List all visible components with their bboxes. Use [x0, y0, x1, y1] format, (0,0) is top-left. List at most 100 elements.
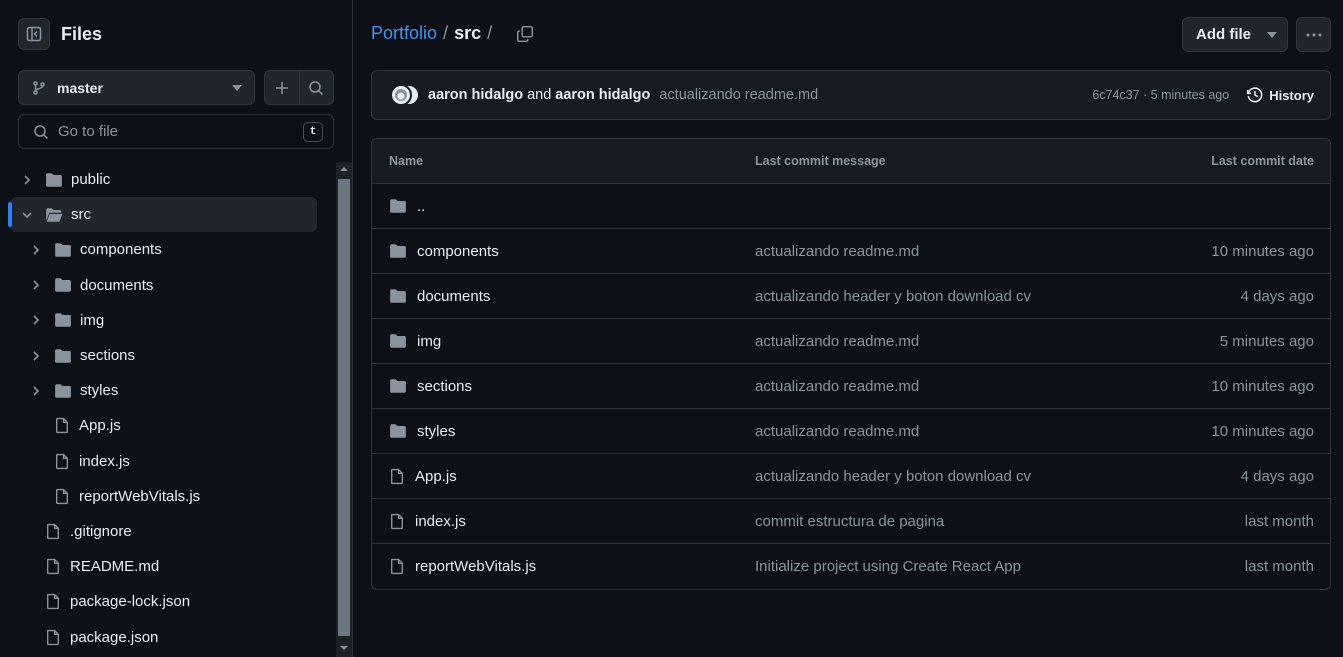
- folder-icon: [390, 289, 406, 303]
- chevron-down-icon[interactable]: [21, 210, 33, 220]
- chevron-right-icon[interactable]: [31, 314, 41, 326]
- commit-coauthor[interactable]: aaron hidalgo: [555, 87, 650, 103]
- tree-toggle[interactable]: [28, 244, 44, 256]
- tree-item-app-js[interactable]: App.js: [0, 408, 336, 443]
- add-file-button[interactable]: [265, 71, 300, 104]
- table-row[interactable]: App.js actualizando header y boton downl…: [372, 454, 1330, 499]
- chevron-right-icon[interactable]: [22, 174, 32, 186]
- file-link[interactable]: reportWebVitals.js: [415, 558, 536, 575]
- commit-hash-time[interactable]: 6c74c37 · 5 minutes ago: [1092, 88, 1229, 102]
- search-button[interactable]: [300, 71, 334, 104]
- commit-message-link[interactable]: actualizando header y boton download cv: [755, 288, 1080, 305]
- table-row[interactable]: index.js commit estructura de pagina las…: [372, 499, 1330, 544]
- commit-message[interactable]: actualizando readme.md: [659, 87, 1092, 103]
- chevron-right-icon[interactable]: [31, 244, 41, 256]
- copy-path-button[interactable]: [516, 25, 534, 43]
- tree-item-components[interactable]: components: [0, 232, 336, 267]
- more-options-button[interactable]: [1296, 17, 1331, 52]
- tree-icon: [45, 629, 61, 646]
- commit-date: last month: [1244, 512, 1314, 530]
- tree-icon: [54, 312, 72, 328]
- chevron-right-icon[interactable]: [31, 385, 41, 397]
- tree-item-styles[interactable]: styles: [0, 373, 336, 408]
- branch-selector[interactable]: master: [18, 70, 255, 105]
- commit-message-link[interactable]: actualizando header y boton download cv: [755, 468, 1080, 485]
- parent-directory-link[interactable]: ..: [417, 198, 425, 215]
- parent-directory-row[interactable]: ..: [372, 184, 1330, 229]
- tree-item-package-json[interactable]: package.json: [0, 619, 336, 654]
- commit-message-link[interactable]: actualizando readme.md: [755, 423, 1080, 440]
- tree-toggle[interactable]: [28, 385, 44, 397]
- tree-item-public[interactable]: public: [0, 162, 336, 197]
- tree-item-package-lock-json[interactable]: package-lock.json: [0, 584, 336, 619]
- copy-icon: [517, 25, 534, 42]
- table-row[interactable]: reportWebVitals.js Initialize project us…: [372, 544, 1330, 589]
- file-icon: [55, 418, 69, 434]
- tree-item-documents[interactable]: documents: [0, 268, 336, 303]
- commit-message-link[interactable]: actualizando readme.md: [755, 378, 1080, 395]
- author-avatars[interactable]: [390, 84, 420, 106]
- breadcrumb: Portfolio / src /: [371, 23, 534, 44]
- tree-toggle[interactable]: [28, 314, 44, 326]
- name-cell: documents: [372, 288, 755, 305]
- commit-message-link[interactable]: Initialize project using Create React Ap…: [755, 558, 1080, 575]
- tree-toggle[interactable]: [19, 174, 35, 186]
- history-button[interactable]: History: [1246, 86, 1314, 104]
- tree-toggle[interactable]: [28, 350, 44, 362]
- name-cell: img: [372, 333, 755, 350]
- name-cell: App.js: [372, 468, 755, 485]
- table-row[interactable]: styles actualizando readme.md 10 minutes…: [372, 409, 1330, 454]
- scroll-down-arrow-icon[interactable]: [336, 641, 352, 655]
- file-icon: [390, 513, 404, 529]
- scrollbar-thumb[interactable]: [338, 179, 350, 636]
- commit-message-link[interactable]: actualizando readme.md: [755, 333, 1080, 350]
- chevron-right-icon[interactable]: [31, 350, 41, 362]
- sidebar-scrollbar[interactable]: [336, 162, 352, 657]
- commit-author[interactable]: aaron hidalgo: [428, 87, 523, 103]
- commit-date: 4 days ago: [1240, 467, 1314, 485]
- tree-item-sections[interactable]: sections: [0, 338, 336, 373]
- commit-message-link[interactable]: commit estructura de pagina: [755, 513, 1080, 530]
- commit-message-link[interactable]: actualizando readme.md: [755, 243, 1080, 260]
- add-file-dropdown[interactable]: Add file: [1182, 17, 1288, 52]
- folder-icon: [390, 244, 406, 258]
- file-link[interactable]: index.js: [415, 513, 466, 530]
- go-to-file-input[interactable]: [58, 123, 303, 140]
- file-link[interactable]: img: [417, 333, 441, 350]
- file-link[interactable]: sections: [417, 378, 472, 395]
- tree-item-reportwebvitals-js[interactable]: reportWebVitals.js: [0, 479, 336, 514]
- file-link[interactable]: components: [417, 243, 499, 260]
- tree-item-img[interactable]: img: [0, 303, 336, 338]
- table-row[interactable]: documents actualizando header y boton do…: [372, 274, 1330, 319]
- avatar[interactable]: [390, 84, 412, 106]
- search-icon: [309, 80, 324, 95]
- table-header: Name Last commit message Last commit dat…: [372, 139, 1330, 184]
- table-row[interactable]: sections actualizando readme.md 10 minut…: [372, 364, 1330, 409]
- tree-toggle[interactable]: [19, 210, 35, 220]
- shortcut-key: t: [303, 121, 323, 142]
- tree-item-gitignore[interactable]: .gitignore: [0, 514, 336, 549]
- breadcrumb-separator: /: [443, 23, 449, 43]
- tree-icon: [45, 558, 61, 575]
- tree-item-label: styles: [80, 382, 119, 400]
- name-cell: components: [372, 243, 755, 260]
- tree-item-readme-md[interactable]: README.md: [0, 549, 336, 584]
- table-row[interactable]: components actualizando readme.md 10 min…: [372, 229, 1330, 274]
- chevron-right-icon[interactable]: [31, 279, 41, 291]
- tree-icon: [54, 348, 72, 364]
- table-row[interactable]: img actualizando readme.md 5 minutes ago: [372, 319, 1330, 364]
- file-link[interactable]: App.js: [415, 468, 457, 485]
- name-cell: index.js: [372, 513, 755, 530]
- tree-item-index-js[interactable]: index.js: [0, 444, 336, 479]
- go-to-file-field[interactable]: t: [18, 114, 334, 149]
- collapse-sidebar-button[interactable]: [18, 18, 50, 50]
- selection-indicator: [8, 202, 12, 228]
- scroll-up-arrow-icon[interactable]: [336, 162, 352, 176]
- file-link[interactable]: documents: [417, 288, 490, 305]
- file-link[interactable]: styles: [417, 423, 455, 440]
- tree-icon: [45, 207, 63, 223]
- tree-item-src[interactable]: src: [8, 197, 317, 233]
- breadcrumb-repo-link[interactable]: Portfolio: [371, 23, 437, 44]
- tree-toggle[interactable]: [28, 279, 44, 291]
- tree-item-label: components: [80, 241, 162, 259]
